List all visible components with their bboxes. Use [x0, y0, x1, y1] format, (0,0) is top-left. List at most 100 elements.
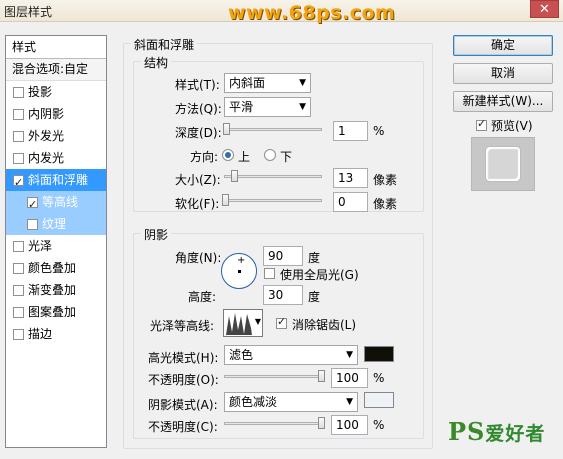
chevron-down-icon: ▼: [346, 350, 353, 360]
checkbox-gradient-overlay[interactable]: [13, 284, 24, 296]
size-slider-thumb[interactable]: [231, 170, 238, 182]
angle-dial[interactable]: +: [221, 253, 257, 289]
style-item-inner-shadow[interactable]: 内阴影: [6, 103, 106, 125]
highlight-opacity-input[interactable]: 100: [331, 368, 368, 388]
depth-label: 深度(D):: [175, 126, 222, 140]
highlight-mode-label: 高光模式(H):: [148, 351, 219, 365]
crosshair-icon: +: [237, 255, 246, 266]
style-select[interactable]: 内斜面 ▼: [224, 73, 311, 93]
title-bar: 图层样式 www.68ps.com ✕: [0, 0, 563, 24]
chevron-down-icon: ▼: [346, 397, 353, 407]
style-item-color-overlay[interactable]: 颜色叠加: [6, 257, 106, 279]
shadow-color-swatch[interactable]: [364, 392, 394, 408]
style-preview-thumbnail: [471, 137, 535, 191]
global-light-checkbox[interactable]: [264, 268, 275, 279]
cancel-button[interactable]: 取消: [453, 63, 553, 84]
style-item-pattern-overlay[interactable]: 图案叠加: [6, 301, 106, 323]
angle-label: 角度(N):: [175, 251, 222, 265]
soften-slider-track[interactable]: [224, 199, 322, 202]
chevron-down-icon: ▼: [254, 317, 261, 326]
size-slider-track[interactable]: [224, 175, 322, 178]
style-label: 内发光: [28, 151, 65, 165]
style-label: 斜面和浮雕: [28, 173, 89, 187]
checkbox-pattern-overlay[interactable]: [13, 306, 24, 318]
preview-checkbox[interactable]: [476, 117, 487, 131]
highlight-opacity-slider-thumb[interactable]: [318, 370, 325, 382]
close-button[interactable]: ✕: [530, 0, 559, 18]
logo-ps-text: PS: [448, 417, 486, 446]
technique-label: 方法(Q):: [175, 102, 222, 116]
depth-slider-track[interactable]: [224, 128, 322, 131]
highlight-mode-value: 滤色: [229, 348, 254, 362]
preview-swatch: [486, 147, 520, 181]
checkbox-bevel-emboss[interactable]: [13, 172, 24, 194]
angle-unit: 度: [308, 251, 321, 265]
checkbox-texture[interactable]: [27, 218, 38, 230]
soften-label: 软化(F):: [175, 197, 220, 211]
style-label: 内阴影: [28, 107, 65, 121]
depth-input[interactable]: 1: [333, 121, 368, 141]
checkbox-color-overlay[interactable]: [13, 262, 24, 274]
preview-label: 预览(V): [491, 119, 533, 133]
direction-up-radio[interactable]: [222, 149, 234, 161]
size-input[interactable]: 13: [333, 168, 368, 188]
highlight-color-swatch[interactable]: [364, 346, 394, 362]
highlight-opacity-label: 不透明度(O):: [148, 373, 219, 387]
ps-watermark-logo: PS爱好者: [448, 417, 545, 446]
direction-down-radio[interactable]: [264, 149, 276, 161]
shadow-opacity-slider-thumb[interactable]: [318, 417, 325, 429]
antialias-checkbox[interactable]: [276, 315, 287, 329]
size-label: 大小(Z):: [175, 173, 221, 187]
checkbox-contour[interactable]: [27, 194, 38, 216]
shadow-opacity-slider-track[interactable]: [224, 422, 324, 425]
style-label: 颜色叠加: [28, 261, 77, 275]
shadow-mode-select[interactable]: 颜色减淡 ▼: [224, 392, 358, 412]
style-select-value: 内斜面: [229, 76, 266, 90]
global-light-label: 使用全局光(G): [280, 268, 359, 282]
style-item-contour[interactable]: 等高线: [6, 191, 106, 216]
soften-unit: 像素: [373, 197, 398, 211]
style-label: 纹理: [42, 217, 67, 231]
soften-input[interactable]: 0: [333, 192, 368, 212]
style-label: 图案叠加: [28, 305, 77, 319]
shadow-opacity-input[interactable]: 100: [331, 415, 368, 435]
window-title: 图层样式: [4, 5, 53, 19]
watermark-text: www.68ps.com: [228, 2, 396, 24]
gloss-contour-picker[interactable]: ▼: [223, 309, 263, 337]
blending-options-item[interactable]: 混合选项:自定: [6, 59, 106, 81]
antialias-label: 消除锯齿(L): [292, 318, 357, 332]
dial-center-dot: [238, 270, 241, 273]
style-item-drop-shadow[interactable]: 投影: [6, 81, 106, 103]
gloss-contour-label: 光泽等高线:: [150, 319, 215, 333]
style-item-satin[interactable]: 光泽: [6, 235, 106, 257]
highlight-opacity-slider-track[interactable]: [224, 375, 324, 378]
style-label: 外发光: [28, 129, 65, 143]
direction-down-label: 下: [280, 150, 293, 164]
style-item-texture[interactable]: 纹理: [6, 213, 106, 235]
style-item-bevel-emboss[interactable]: 斜面和浮雕: [6, 169, 106, 194]
checkbox-drop-shadow[interactable]: [13, 86, 24, 98]
preview-toggle[interactable]: 预览(V): [476, 117, 533, 134]
bevel-emboss-title: 斜面和浮雕: [131, 36, 198, 53]
style-item-inner-glow[interactable]: 内发光: [6, 147, 106, 169]
depth-slider-thumb[interactable]: [222, 123, 230, 135]
new-style-button[interactable]: 新建样式(W)...: [453, 91, 553, 112]
style-item-outer-glow[interactable]: 外发光: [6, 125, 106, 147]
size-unit: 像素: [373, 173, 398, 187]
checkbox-stroke[interactable]: [13, 328, 24, 340]
technique-select-value: 平滑: [229, 100, 254, 114]
checkbox-inner-shadow[interactable]: [13, 108, 24, 120]
chevron-down-icon: ▼: [299, 102, 306, 112]
checkbox-outer-glow[interactable]: [13, 130, 24, 142]
highlight-mode-select[interactable]: 滤色 ▼: [224, 345, 358, 365]
ok-button[interactable]: 确定: [453, 35, 553, 56]
angle-input[interactable]: 90: [263, 246, 303, 266]
altitude-input[interactable]: 30: [263, 285, 303, 305]
soften-slider-thumb[interactable]: [222, 194, 229, 206]
technique-select[interactable]: 平滑 ▼: [224, 97, 311, 117]
checkbox-inner-glow[interactable]: [13, 152, 24, 164]
style-item-gradient-overlay[interactable]: 渐变叠加: [6, 279, 106, 301]
checkbox-satin[interactable]: [13, 240, 24, 252]
style-item-stroke[interactable]: 描边: [6, 323, 106, 345]
styles-list: 样式 混合选项:自定 投影 内阴影 外发光 内发光 斜面和浮雕 等高线 纹理 光…: [5, 35, 107, 448]
